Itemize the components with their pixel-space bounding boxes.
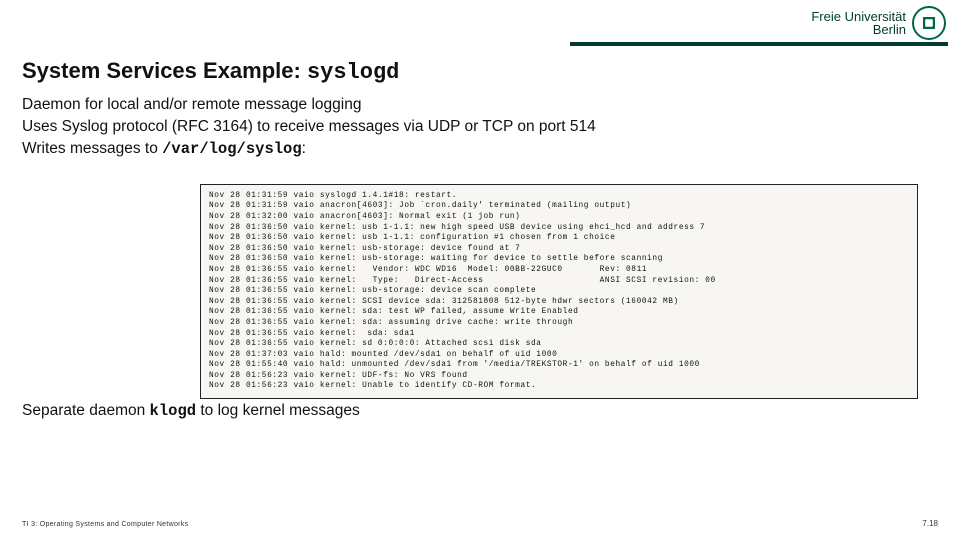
desc-line1: Daemon for local and/or remote message l… [22, 94, 938, 116]
seal-icon [912, 6, 946, 40]
footer-right: 7.18 [922, 519, 938, 528]
desc-line3: Writes messages to /var/log/syslog: [22, 138, 938, 160]
sep-code: klogd [150, 402, 197, 420]
syslog-output: Nov 28 01:31:59 vaio syslogd 1.4.1#18: r… [200, 184, 918, 399]
footer-left: TI 3: Operating Systems and Computer Net… [22, 521, 188, 528]
title-code: syslogd [307, 60, 399, 85]
slide-title: System Services Example: syslogd [22, 58, 399, 85]
separate-daemon-line: Separate daemon klogd to log kernel mess… [22, 402, 360, 420]
university-logo: Freie Universität Berlin [811, 6, 946, 40]
sep-pre: Separate daemon [22, 402, 150, 419]
desc-l3a: Writes messages to [22, 140, 162, 157]
sep-post: to log kernel messages [196, 402, 360, 419]
uni-line2: Berlin [873, 22, 906, 37]
desc-l3b: : [302, 140, 306, 157]
topbar: Freie Universität Berlin [0, 0, 960, 50]
desc-line2: Uses Syslog protocol (RFC 3164) to recei… [22, 116, 938, 138]
desc-l3code: /var/log/syslog [162, 140, 302, 158]
university-name: Freie Universität Berlin [811, 10, 906, 36]
body-text: Daemon for local and/or remote message l… [22, 94, 938, 160]
title-pre: System Services Example: [22, 58, 307, 83]
header-rule [570, 42, 948, 46]
